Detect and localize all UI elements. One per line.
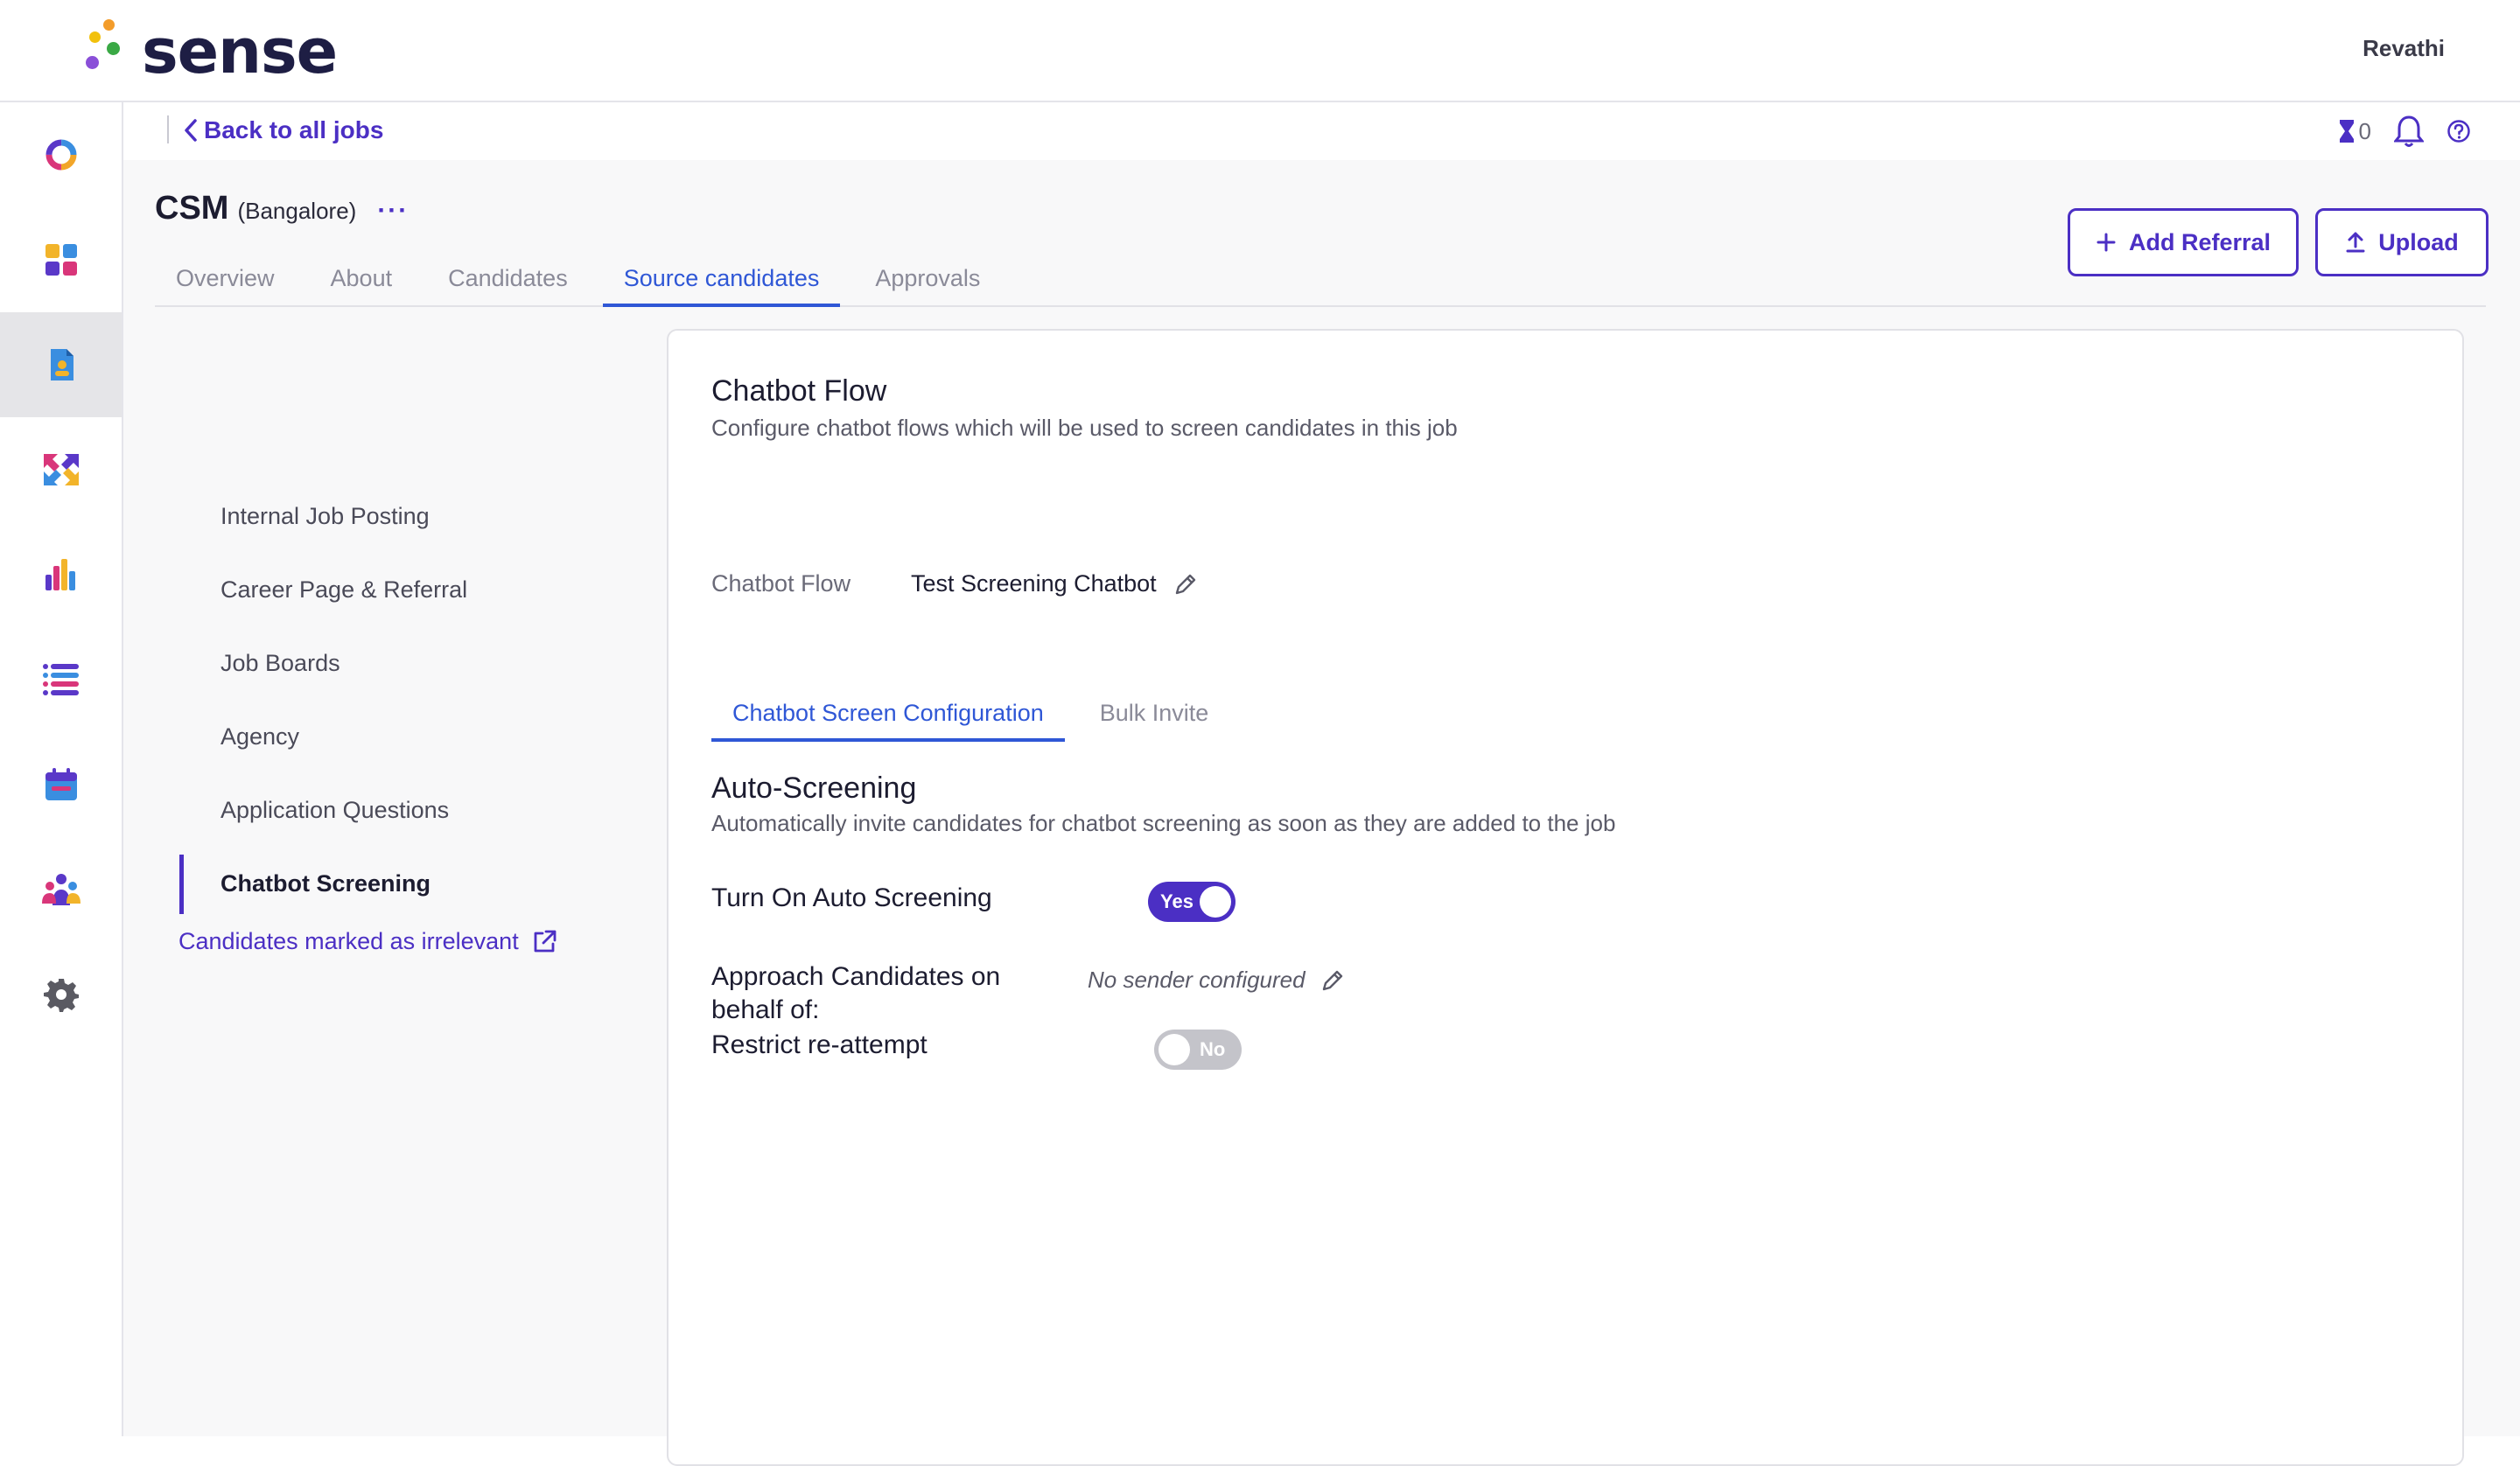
source-nav-application-questions[interactable]: Application Questions <box>220 797 449 824</box>
plus-icon <box>2096 233 2116 252</box>
sidebar-item-jobs[interactable] <box>0 312 122 417</box>
auto-screening-title: Auto-Screening <box>711 771 917 805</box>
tab-approvals[interactable]: Approvals <box>854 249 1001 307</box>
toggle-knob <box>1158 1034 1190 1065</box>
restrict-reattempt-toggle[interactable]: No <box>1154 1030 1242 1070</box>
bell-icon[interactable] <box>2394 115 2424 148</box>
tab-overview[interactable]: Overview <box>155 249 296 307</box>
calendar-icon <box>45 768 77 800</box>
approach-candidates-label: Approach Candidates on behalf of: <box>711 960 1000 1027</box>
active-indicator <box>179 855 184 914</box>
upload-label: Upload <box>2378 228 2459 255</box>
sidebar-item-people[interactable] <box>0 837 122 942</box>
logo-dot-orange <box>103 19 115 31</box>
sidebar-item-analytics[interactable] <box>0 522 122 627</box>
user-name[interactable]: Revathi <box>2362 35 2445 62</box>
add-referral-button[interactable]: Add Referral <box>2068 208 2299 276</box>
sidebar-item-calendar[interactable] <box>0 732 122 837</box>
logo-dot-yellow <box>89 31 101 43</box>
dashboard-grid-icon <box>45 244 77 276</box>
tab-candidates[interactable]: Candidates <box>427 249 589 307</box>
sidebar-item-home[interactable] <box>0 102 122 207</box>
source-nav-career-page-referral[interactable]: Career Page & Referral <box>220 576 467 604</box>
source-nav-internal-job-posting[interactable]: Internal Job Posting <box>220 503 430 530</box>
chatbot-flow-subtitle: Configure chatbot flows which will be us… <box>711 415 1458 441</box>
upload-icon <box>2346 232 2365 253</box>
restrict-toggle-text: No <box>1200 1038 1226 1060</box>
irrelevant-candidates-link[interactable]: Candidates marked as irrelevant <box>178 928 557 955</box>
restrict-reattempt-label: Restrict re-attempt <box>711 1030 928 1059</box>
tab-bulk-invite[interactable]: Bulk Invite <box>1079 684 1230 742</box>
jobs-document-icon <box>50 349 74 380</box>
logo-dot-purple <box>86 56 99 69</box>
tab-about[interactable]: About <box>310 249 414 307</box>
pending-count: 0 <box>2358 117 2371 144</box>
more-options-button[interactable]: ··· <box>377 196 409 226</box>
donut-icon <box>46 139 76 171</box>
job-title: CSM (Bangalore) ··· <box>155 190 409 227</box>
chatbot-flow-value: Test Screening Chatbot <box>911 570 1199 597</box>
source-nav-agency[interactable]: Agency <box>220 723 299 750</box>
gear-icon <box>43 979 79 1012</box>
job-name: CSM <box>155 190 229 227</box>
edit-sender-icon[interactable] <box>1320 967 1346 994</box>
top-bar: sense Revathi <box>0 0 2520 102</box>
auto-screening-toggle[interactable]: Yes <box>1148 882 1236 922</box>
tab-source-candidates[interactable]: Source candidates <box>602 249 841 307</box>
sender-value: No sender configured <box>1088 967 1346 994</box>
people-icon <box>41 874 80 905</box>
irrelevant-link-label: Candidates marked as irrelevant <box>178 928 519 954</box>
toggle-knob <box>1200 886 1231 918</box>
engage-arrows-icon <box>43 454 79 485</box>
header-icons: 0 <box>2338 115 2471 148</box>
chatbot-flow-name: Test Screening Chatbot <box>911 570 1157 597</box>
sidebar-item-lists[interactable] <box>0 627 122 732</box>
external-link-icon <box>534 930 556 952</box>
chevron-left-icon <box>185 119 197 142</box>
chatbot-tabs: Chatbot Screen Configuration Bulk Invite <box>711 684 1243 742</box>
brand-name: sense <box>142 16 338 87</box>
back-to-jobs-link[interactable]: Back to all jobs <box>183 116 383 144</box>
sidebar-item-engage[interactable] <box>0 417 122 522</box>
sidebar-item-dashboard[interactable] <box>0 207 122 312</box>
breadcrumb-bar: Back to all jobs 0 <box>123 102 2520 160</box>
auto-screening-toggle-text: Yes <box>1160 890 1194 912</box>
divider <box>167 115 169 143</box>
main-content: Back to all jobs 0 CSM (Bangalore) ··· O… <box>123 102 2520 1466</box>
auto-screening-toggle-label: Turn On Auto Screening <box>711 883 992 912</box>
source-nav-chatbot-screening[interactable]: Chatbot Screening <box>220 870 430 897</box>
approach-label-line-1: Approach Candidates on <box>711 962 1001 991</box>
chatbot-card: Chatbot Flow Configure chatbot flows whi… <box>667 329 2464 1466</box>
sender-text: No sender configured <box>1088 967 1306 993</box>
sense-logo[interactable]: sense <box>82 16 338 87</box>
back-link-label: Back to all jobs <box>204 116 384 143</box>
hourglass-icon <box>2339 120 2354 143</box>
help-icon[interactable] <box>2446 119 2471 143</box>
add-referral-label: Add Referral <box>2128 228 2272 255</box>
auto-screening-subtitle: Automatically invite candidates for chat… <box>711 810 1616 836</box>
logo-dot-green <box>107 42 120 55</box>
pending-tasks[interactable]: 0 <box>2338 118 2371 145</box>
edit-flow-icon[interactable] <box>1172 571 1199 597</box>
job-location: (Bangalore) <box>237 198 357 224</box>
analytics-bar-icon <box>45 559 75 590</box>
chatbot-flow-title: Chatbot Flow <box>711 374 887 408</box>
approach-label-line-2: behalf of: <box>711 995 820 1024</box>
upload-button[interactable]: Upload <box>2315 208 2488 276</box>
source-nav-job-boards[interactable]: Job Boards <box>220 650 340 677</box>
sidebar-item-settings[interactable] <box>0 942 122 1047</box>
chatbot-flow-label: Chatbot Flow <box>711 570 851 597</box>
tab-chatbot-screen-configuration[interactable]: Chatbot Screen Configuration <box>711 684 1065 742</box>
list-icon <box>42 664 79 695</box>
